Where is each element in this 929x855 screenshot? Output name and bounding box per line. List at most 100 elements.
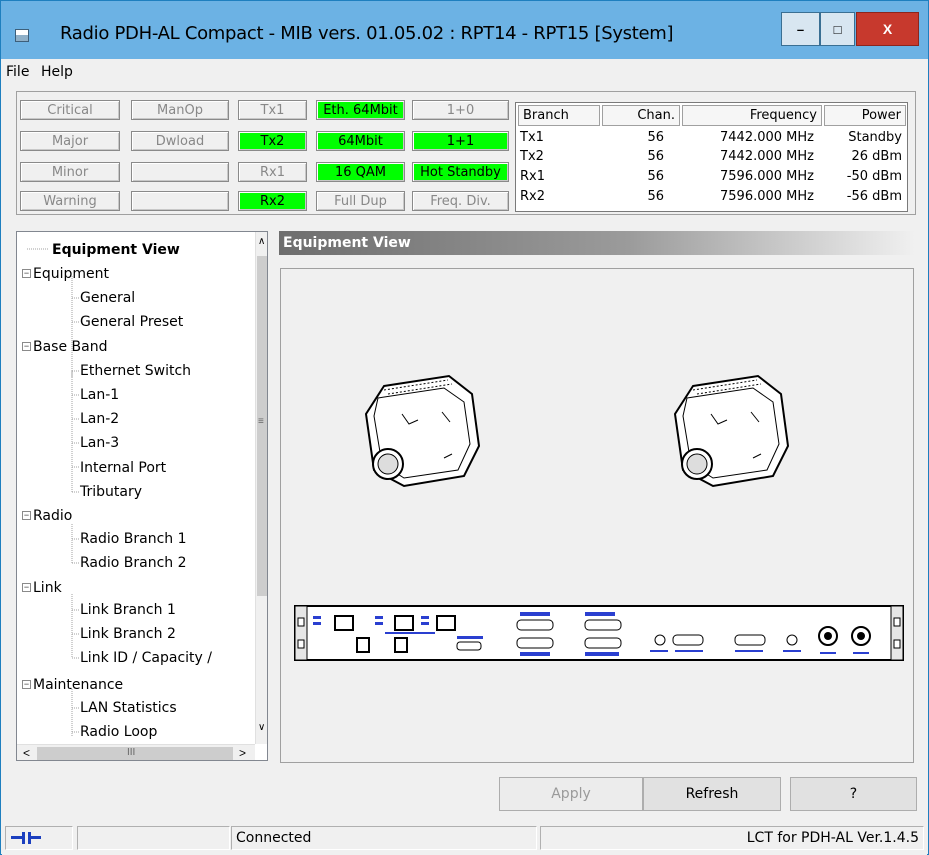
grip-icon: III — [127, 747, 136, 758]
close-button[interactable]: X — [856, 12, 919, 46]
column-frequency[interactable]: Frequency — [682, 105, 822, 126]
cell-frequency: 7596.000 MHz — [720, 189, 814, 204]
scroll-right-icon[interactable]: > — [239, 746, 246, 760]
cell-frequency: 7442.000 MHz — [720, 149, 814, 164]
plug-icon — [11, 832, 41, 844]
content-panel: Equipment View — [279, 231, 915, 763]
menu-help[interactable]: Help — [41, 64, 73, 80]
alarm-blank-2 — [131, 191, 229, 211]
indicator-rx2: Rx2 — [238, 191, 307, 211]
alarm-minor: Minor — [20, 162, 120, 182]
menu-bar: File Help — [2, 60, 927, 86]
menu-file[interactable]: File — [6, 64, 29, 80]
tree-item-radio-loop[interactable]: Radio Loop — [80, 724, 157, 740]
branch-table: Branch Chan. Frequency Power Tx1 56 7442… — [515, 102, 908, 212]
tree-item-general-preset[interactable]: General Preset — [80, 314, 183, 330]
equipment-diagram — [294, 374, 904, 661]
collapse-icon[interactable]: − — [22, 511, 31, 520]
help-button[interactable]: ? — [790, 777, 917, 811]
window-title: Radio PDH-AL Compact - MIB vers. 01.05.0… — [60, 23, 674, 44]
tree-item-link-branch-2[interactable]: Link Branch 2 — [80, 626, 176, 642]
alarm-warning: Warning — [20, 191, 120, 211]
content-header: Equipment View — [279, 231, 915, 255]
app-window: Radio PDH-AL Compact - MIB vers. 01.05.0… — [0, 0, 929, 855]
tree-item-radio-branch-2[interactable]: Radio Branch 2 — [80, 555, 187, 571]
tree-item-lan-2[interactable]: Lan-2 — [80, 411, 119, 427]
cell-power: Standby — [848, 130, 902, 145]
alarm-blank-1 — [131, 162, 229, 182]
app-icon[interactable] — [15, 29, 29, 42]
cell-branch: Rx2 — [520, 189, 545, 204]
odu-2-image — [673, 374, 790, 488]
tree-item-radio[interactable]: Radio — [33, 508, 72, 524]
tree-item-internal-port[interactable]: Internal Port — [80, 460, 166, 476]
close-icon: X — [882, 21, 893, 37]
tree-item-ethernet-switch[interactable]: Ethernet Switch — [80, 363, 191, 379]
connection-indicator — [5, 826, 73, 850]
indicator-eth: Eth. 64Mbit — [316, 100, 405, 120]
tree-item-lan-1[interactable]: Lan-1 — [80, 387, 119, 403]
collapse-icon[interactable]: − — [22, 342, 31, 351]
column-power[interactable]: Power — [824, 105, 906, 126]
maximize-button[interactable]: □ — [820, 12, 855, 46]
cell-branch: Tx2 — [520, 149, 544, 164]
tree-item-radio-branch-1[interactable]: Radio Branch 1 — [80, 531, 187, 547]
navigation-tree: Equipment View − Equipment General Gener… — [16, 231, 268, 761]
cell-frequency: 7442.000 MHz — [720, 130, 814, 145]
cell-chan: 56 — [647, 130, 664, 145]
tree-item-maintenance[interactable]: Maintenance — [33, 677, 123, 693]
alarm-critical: Critical — [20, 100, 120, 120]
scroll-down-icon[interactable]: ∨ — [258, 722, 265, 733]
status-field-blank — [77, 826, 230, 850]
column-branch[interactable]: Branch — [518, 105, 600, 126]
tree-item-link-id-capacity[interactable]: Link ID / Capacity / — [80, 650, 212, 666]
indicator-tx2: Tx2 — [238, 131, 307, 151]
idu-rack-image — [294, 605, 904, 661]
tree-item-equipment-view[interactable]: Equipment View — [52, 242, 180, 258]
alarm-dwload: Dwload — [131, 131, 229, 151]
tree-item-general[interactable]: General — [80, 290, 135, 306]
cell-chan: 56 — [647, 189, 664, 204]
tree-item-base-band[interactable]: Base Band — [33, 339, 107, 355]
title-bar[interactable]: Radio PDH-AL Compact - MIB vers. 01.05.0… — [1, 1, 928, 59]
indicator-modulation: 16 QAM — [316, 162, 405, 182]
equipment-view-frame — [280, 268, 914, 763]
odu-1-image — [364, 374, 481, 488]
status-bar: Connected LCT for PDH-AL Ver.1.4.5 — [2, 822, 927, 855]
indicator-1plus1: 1+1 — [412, 131, 509, 151]
tree-item-lan-3[interactable]: Lan-3 — [80, 435, 119, 451]
cell-power: 26 dBm — [851, 149, 902, 164]
cell-chan: 56 — [647, 169, 664, 184]
alarm-manop: ManOp — [131, 100, 229, 120]
tree-vertical-scrollbar[interactable]: ∧ ≡ ∨ — [255, 232, 267, 744]
cell-branch: Rx1 — [520, 169, 545, 184]
indicator-1plus0: 1+0 — [412, 100, 509, 120]
minimize-button[interactable]: – — [781, 12, 820, 46]
cell-branch: Tx1 — [520, 130, 544, 145]
indicator-hot-standby: Hot Standby — [412, 162, 509, 182]
alarm-major: Major — [20, 131, 120, 151]
apply-button[interactable]: Apply — [499, 777, 643, 811]
cell-chan: 56 — [647, 149, 664, 164]
scroll-thumb[interactable]: ≡ — [257, 256, 267, 596]
collapse-icon[interactable]: − — [22, 680, 31, 689]
refresh-button[interactable]: Refresh — [643, 777, 781, 811]
collapse-icon[interactable]: − — [22, 269, 31, 278]
maximize-icon: □ — [833, 21, 842, 37]
tree-horizontal-scrollbar[interactable]: < III > — [17, 744, 255, 760]
column-chan[interactable]: Chan. — [602, 105, 680, 126]
tree-item-tributary[interactable]: Tributary — [80, 484, 142, 500]
scroll-thumb[interactable]: III — [37, 747, 233, 760]
scroll-left-icon[interactable]: < — [23, 746, 30, 760]
scroll-up-icon[interactable]: ∧ — [258, 236, 265, 247]
tree-item-lan-statistics[interactable]: LAN Statistics — [80, 700, 177, 716]
minimize-icon: – — [796, 21, 805, 37]
version-label: LCT for PDH-AL Ver.1.4.5 — [540, 826, 924, 850]
grip-icon: ≡ — [258, 416, 264, 427]
indicator-duplex: Full Dup — [316, 191, 405, 211]
tree-item-equipment[interactable]: Equipment — [33, 266, 109, 282]
tree-item-link[interactable]: Link — [33, 580, 62, 596]
collapse-icon[interactable]: − — [22, 583, 31, 592]
indicator-tx1: Tx1 — [238, 100, 307, 120]
tree-item-link-branch-1[interactable]: Link Branch 1 — [80, 602, 176, 618]
